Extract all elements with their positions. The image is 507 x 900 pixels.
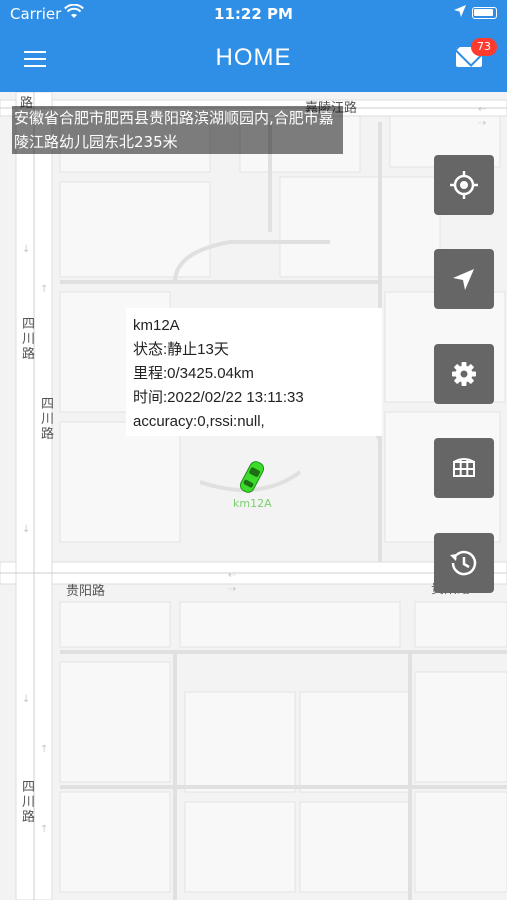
svg-text:⇢: ⇢ xyxy=(478,118,486,129)
gear-icon xyxy=(452,362,476,386)
vehicle-name: km12A xyxy=(133,317,180,334)
history-button[interactable] xyxy=(434,533,494,593)
svg-text:↑: ↑ xyxy=(40,824,48,835)
map-roads: ⇠ ⇢ ⇠ ⇢ ↓ ↑ ↓ ↓ ↑ ↑ xyxy=(0,92,507,900)
navigation-arrow-icon xyxy=(453,269,474,290)
status-bar: Carrier 11:22 PM xyxy=(0,0,507,28)
vehicle-info-popup[interactable]: km12A 状态:静止13天 里程:0/3425.04km 时间:2022/02… xyxy=(126,308,382,436)
address-overlay: 安徽省合肥市肥西县贵阳路滨湖顺园内,合肥市嘉陵江路幼儿园东北235米 xyxy=(12,106,343,154)
nav-bar: HOME 73 xyxy=(0,28,507,92)
svg-text:↓: ↓ xyxy=(22,244,30,255)
street-label: 四川路 xyxy=(22,780,36,825)
vehicle-label: km12A xyxy=(233,497,272,510)
location-arrow-icon xyxy=(453,4,467,22)
navigate-button[interactable] xyxy=(434,249,494,309)
svg-text:↓: ↓ xyxy=(22,694,30,705)
map-view[interactable]: ⇠ ⇢ ⇠ ⇢ ↓ ↑ ↓ ↓ ↑ ↑ 路 嘉陵江路 贵阳路 贵阳路 四川路 四… xyxy=(0,92,507,900)
svg-text:↑: ↑ xyxy=(40,284,48,295)
page-title: HOME xyxy=(215,44,292,71)
street-label: 四川路 xyxy=(22,317,36,362)
history-icon xyxy=(450,550,477,576)
fence-button[interactable] xyxy=(434,438,494,498)
locate-button[interactable] xyxy=(434,155,494,215)
vehicle-accuracy: accuracy:0,rssi:null, xyxy=(133,413,265,430)
vehicle-status: 状态:静止13天 xyxy=(133,341,229,358)
svg-text:⇠: ⇠ xyxy=(228,570,237,581)
vehicle-mileage: 里程:0/3425.04km xyxy=(133,365,254,382)
svg-text:↓: ↓ xyxy=(22,524,30,535)
svg-text:↑: ↑ xyxy=(40,744,48,755)
fence-grid-icon xyxy=(453,458,475,477)
vehicle-time: 时间:2022/02/22 13:11:33 xyxy=(133,389,304,406)
street-label: 四川路 xyxy=(41,397,55,442)
street-label: 贵阳路 xyxy=(66,584,106,599)
status-time: 11:22 PM xyxy=(214,5,293,23)
svg-text:⇠: ⇠ xyxy=(478,104,487,115)
settings-button[interactable] xyxy=(434,344,494,404)
svg-text:⇢: ⇢ xyxy=(228,584,236,595)
battery-icon xyxy=(472,7,497,19)
crosshair-icon xyxy=(450,171,478,199)
notification-badge: 73 xyxy=(471,38,497,56)
